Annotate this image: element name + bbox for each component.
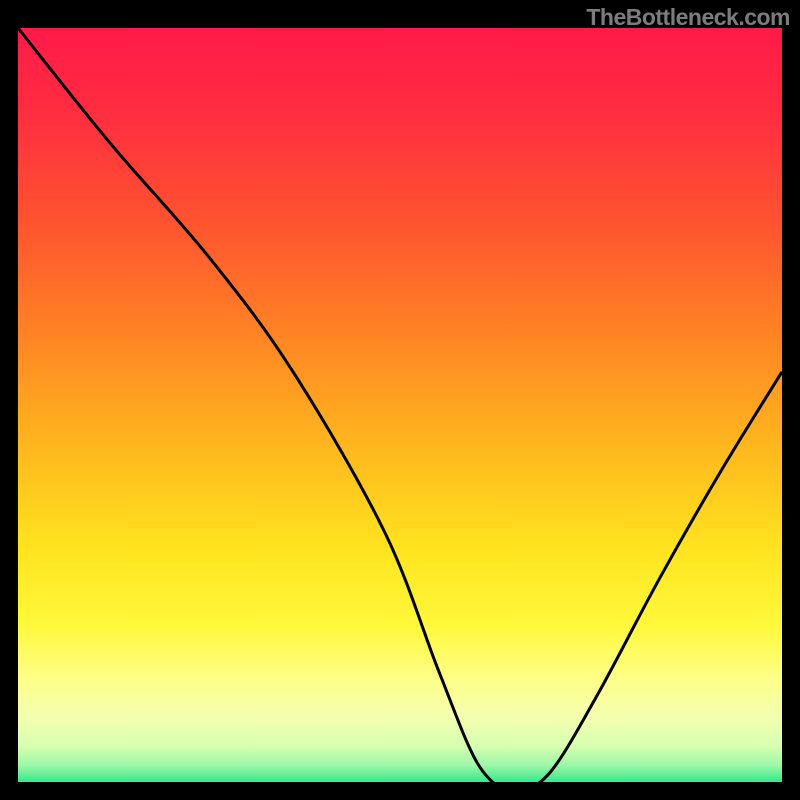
attribution-label: TheBottleneck.com bbox=[586, 4, 790, 31]
chart-frame: TheBottleneck.com bbox=[0, 0, 800, 800]
bottleneck-curve bbox=[18, 28, 782, 782]
plot-area bbox=[18, 28, 782, 782]
plot-lines bbox=[18, 28, 782, 782]
